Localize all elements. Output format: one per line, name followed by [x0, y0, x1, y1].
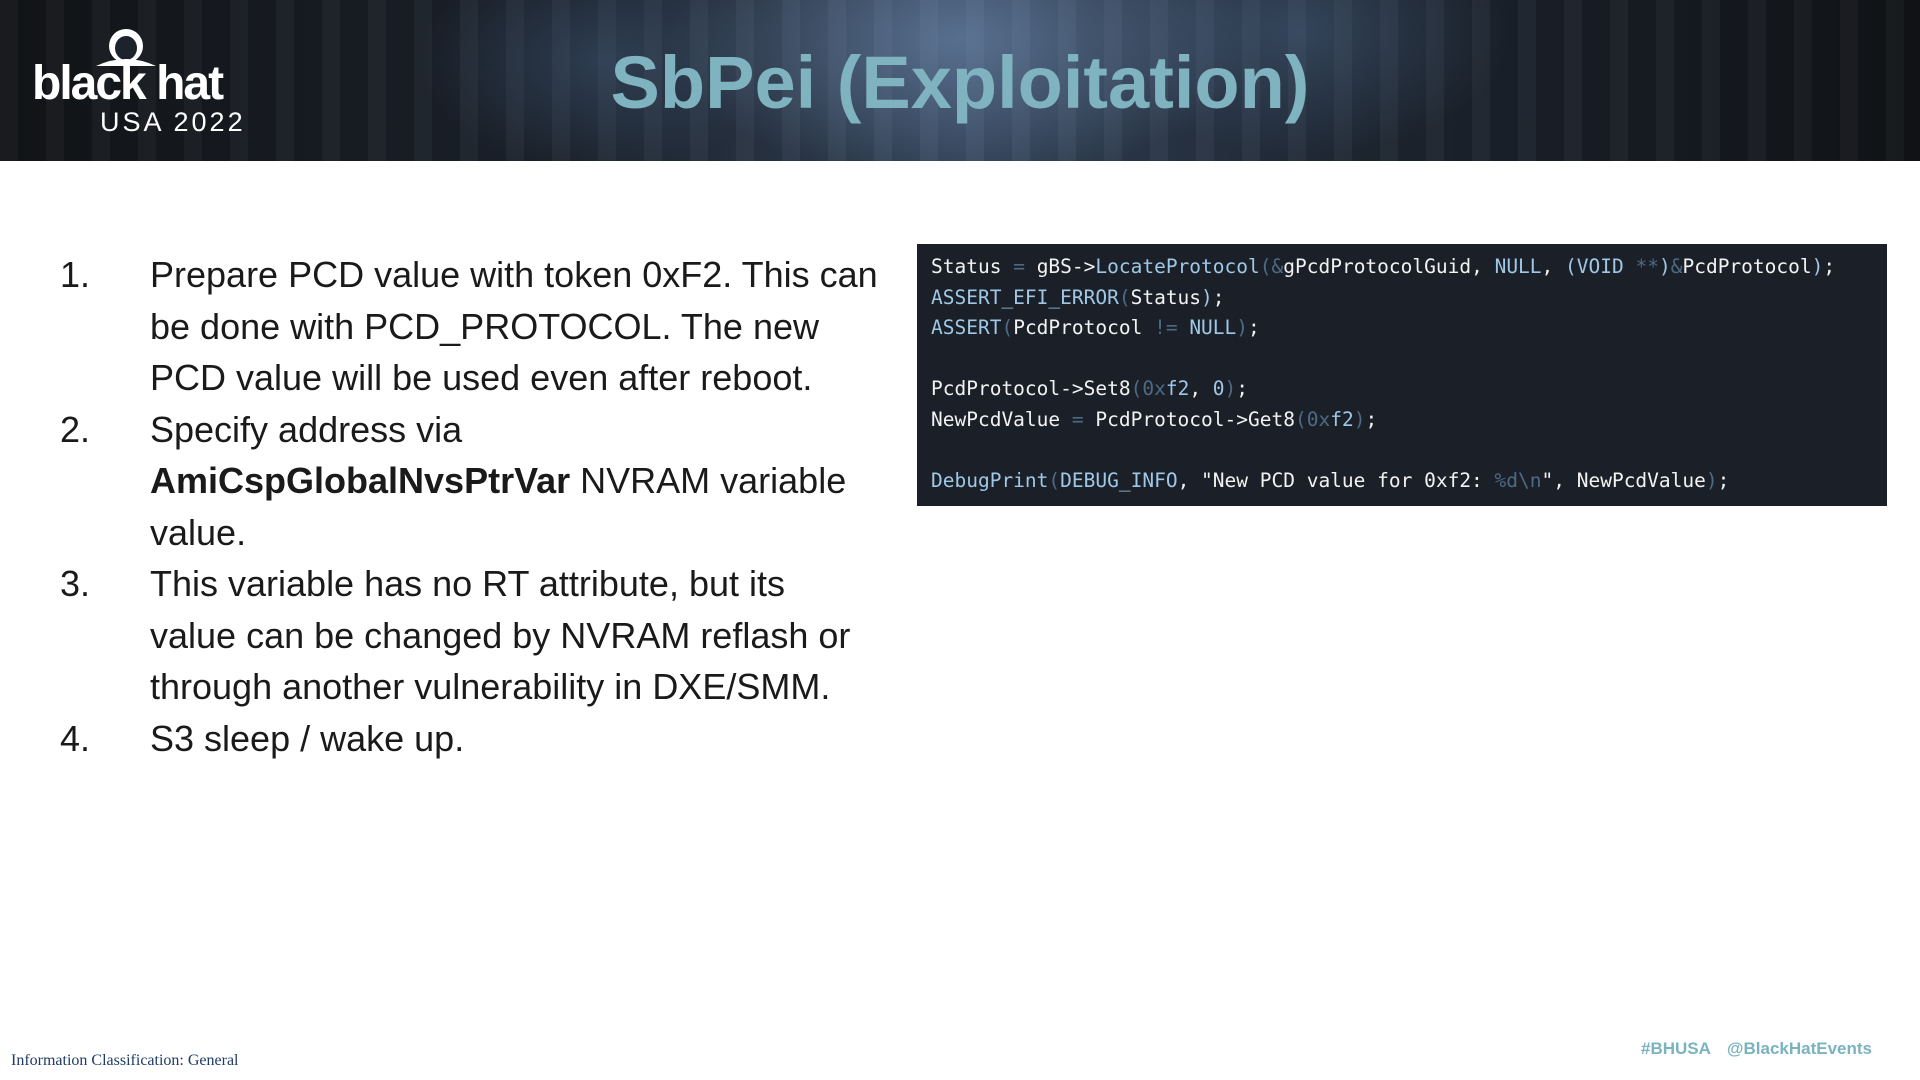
step-number: 2. [60, 408, 91, 450]
code-line: PcdProtocol->Set8(0xf2, 0); [931, 377, 1249, 401]
step-text: Prepare PCD value with token 0xF2. This … [150, 254, 878, 398]
code-line: Status = gBS->LocateProtocol(&gPcdProtoc… [931, 255, 1836, 278]
code-line: ASSERT(PcdProtocol != NULL); [931, 316, 1260, 340]
logo-event-label: USA 2022 [100, 107, 246, 137]
twitter-handle: @BlackHatEvents [1726, 1039, 1872, 1058]
code-snippet: Status = gBS->LocateProtocol(&gPcdProtoc… [917, 244, 1887, 506]
step-item: 1. Prepare PCD value with token 0xF2. Th… [60, 249, 880, 404]
step-number: 4. [60, 717, 91, 759]
slide-title: SbPei (Exploitation) [610, 41, 1310, 124]
header-banner: black hat USA 2022 SbPei (Exploitation) [0, 0, 1920, 161]
logo-wordmark: black hat [32, 57, 224, 110]
code-line: ASSERT_EFI_ERROR(Status); [931, 285, 1225, 309]
step-number: 3. [60, 563, 91, 604]
step-item: 4. S3 sleep / wake up. [60, 713, 880, 765]
step-text-before: Specify address via [150, 408, 463, 450]
blackhat-logo: black hat USA 2022 [28, 24, 308, 136]
classification-label: Information Classification: General [11, 1052, 239, 1069]
step-text: This variable has no RT attribute, but i… [150, 563, 851, 707]
step-item: 2. Specify address via AmiCspGlobalNvsPtr… [60, 404, 880, 559]
slide: black hat USA 2022 SbPei (Exploitation) … [0, 0, 1920, 1080]
code-line: NewPcdValue = PcdProtocol->Get8(0xf2); [931, 407, 1378, 431]
step-number: 1. [60, 254, 91, 295]
code-line: DebugPrint(DEBUG_INFO, "New PCD value fo… [931, 469, 1730, 493]
variable-name: AmiCspGlobalNvsPtrVar [150, 460, 571, 501]
social-tags: #BHUSA @BlackHatEvents [1641, 1040, 1872, 1057]
step-item: 3. This variable has no RT attribute, bu… [60, 558, 880, 713]
step-text: S3 sleep / wake up. [150, 717, 465, 759]
step-text: Specify address via AmiCspGlobalNvsPtrVar… [150, 404, 880, 559]
hashtag: #BHUSA [1641, 1039, 1711, 1058]
steps-list: 1. Prepare PCD value with token 0xF2. Th… [60, 249, 880, 764]
